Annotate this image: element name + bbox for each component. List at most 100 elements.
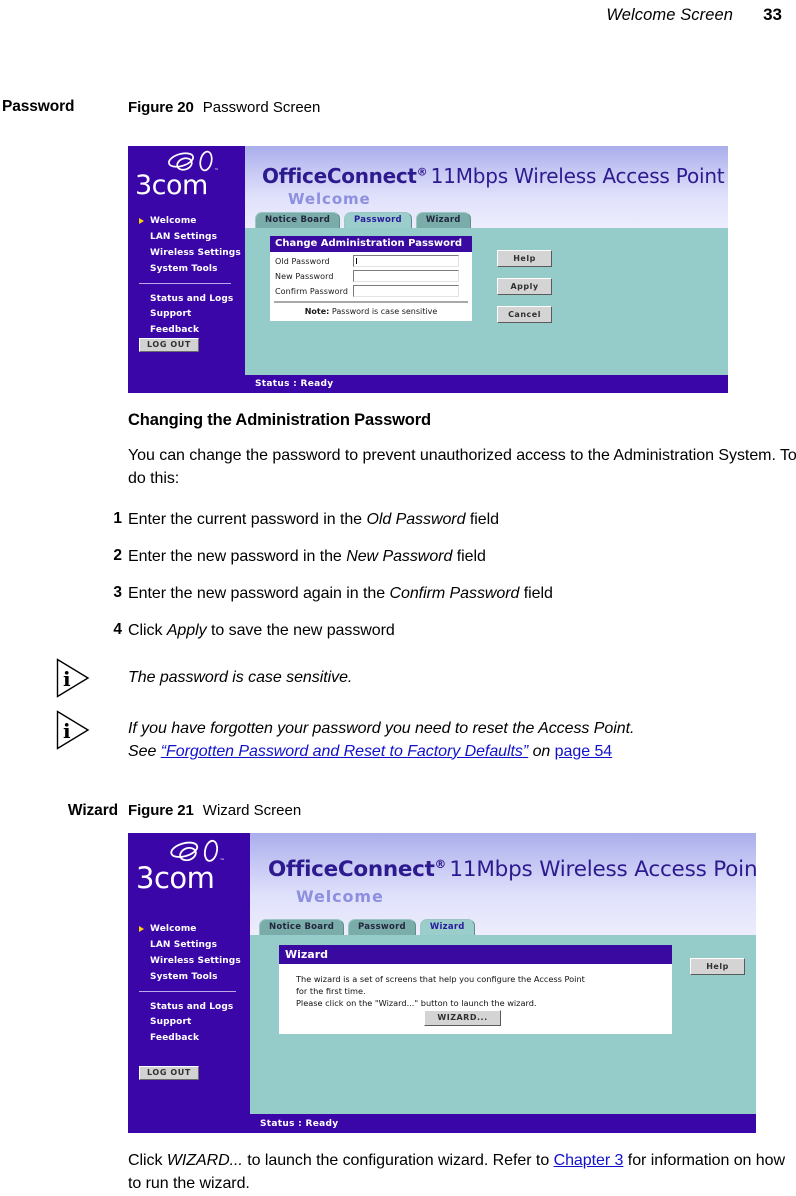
help-button[interactable]: Help bbox=[497, 250, 552, 267]
figure-caption-20: Figure 20 Password Screen bbox=[128, 99, 320, 116]
step-text-4: Click Apply to save the new password bbox=[128, 620, 788, 643]
ui-nav-primary: Welcome LAN Settings Wireless Settings S… bbox=[128, 214, 245, 338]
margin-heading-password: Password bbox=[2, 98, 75, 115]
step-1-post: field bbox=[465, 511, 499, 528]
paragraph-wizard-closing: Click WIZARD... to launch the configurat… bbox=[128, 1150, 796, 1195]
margin-heading-wizard: Wizard bbox=[67, 802, 118, 819]
nav-item-wireless-settings[interactable]: Wireless Settings bbox=[128, 246, 245, 262]
link-forgotten-password-section[interactable]: “Forgotten Password and Reset to Factory… bbox=[161, 743, 529, 760]
tab-password[interactable]: Password bbox=[348, 918, 416, 935]
note-forgotten-password: If you have forgotten your password you … bbox=[128, 718, 796, 763]
step-1-pre: Enter the current password in the bbox=[128, 511, 367, 528]
cancel-button[interactable]: Cancel bbox=[497, 306, 552, 323]
tab-wizard[interactable]: Wizard bbox=[415, 211, 471, 228]
panel-note-rest: Password is case sensitive bbox=[329, 307, 438, 316]
nav-item-welcome[interactable]: Welcome bbox=[128, 922, 250, 938]
step-text-3: Enter the new password again in the Conf… bbox=[128, 583, 788, 606]
panel-title: Wizard bbox=[279, 945, 672, 964]
step-text-2: Enter the new password in the New Passwo… bbox=[128, 546, 788, 569]
input-old-password[interactable] bbox=[353, 255, 459, 267]
nav-item-lan-settings[interactable]: LAN Settings bbox=[128, 938, 250, 954]
nav-item-welcome[interactable]: Welcome bbox=[128, 214, 245, 230]
note-line-1: If you have forgotten your password you … bbox=[128, 720, 635, 737]
ui-tabstrip: Notice Board Password Wizard bbox=[255, 211, 475, 228]
page-number: 33 bbox=[763, 5, 782, 24]
step-3-pre: Enter the new password again in the bbox=[128, 585, 390, 602]
nav-item-wireless-settings[interactable]: Wireless Settings bbox=[128, 954, 250, 970]
banner-brand: OfficeConnect bbox=[268, 857, 435, 883]
banner-product: 11Mbps Wireless Access Point bbox=[449, 857, 756, 883]
step-3-post: field bbox=[519, 585, 553, 602]
ui-sidebar: ™ 3com Welcome LAN Settings Wireless Set… bbox=[128, 146, 245, 393]
closing-mid: to launch the configuration wizard. Refe… bbox=[242, 1152, 554, 1169]
log-out-button[interactable]: LOG OUT bbox=[139, 338, 199, 352]
label-confirm-password: Confirm Password bbox=[275, 286, 349, 296]
tab-password[interactable]: Password bbox=[344, 211, 412, 228]
figure-caption-21: Figure 21 Wizard Screen bbox=[128, 802, 301, 819]
step-number-2: 2 bbox=[113, 547, 122, 564]
info-icon: i bbox=[56, 658, 90, 698]
3com-wordmark: 3com bbox=[136, 861, 215, 895]
svg-text:i: i bbox=[63, 667, 71, 691]
input-confirm-password[interactable] bbox=[353, 285, 459, 297]
step-2-pre: Enter the new password in the bbox=[128, 548, 347, 565]
step-3-emphasis: Confirm Password bbox=[389, 585, 520, 602]
registered-mark-icon: ® bbox=[416, 165, 428, 179]
label-old-password: Old Password bbox=[275, 256, 330, 266]
nav-item-system-tools[interactable]: System Tools bbox=[128, 969, 250, 985]
step-4-pre: Click bbox=[128, 622, 167, 639]
figure-title: Wizard Screen bbox=[202, 802, 302, 819]
nav-divider bbox=[139, 283, 231, 285]
closing-pre: Click bbox=[128, 1152, 167, 1169]
input-new-password[interactable] bbox=[353, 270, 459, 282]
tab-wizard[interactable]: Wizard bbox=[419, 918, 475, 935]
banner-product-title: OfficeConnect® 11Mbps Wireless Access Poi… bbox=[262, 165, 725, 186]
svg-text:™: ™ bbox=[220, 859, 225, 865]
ui-nav-primary: Welcome LAN Settings Wireless Settings S… bbox=[128, 922, 250, 1046]
step-2-emphasis: New Password bbox=[346, 548, 453, 565]
link-page-54[interactable]: page 54 bbox=[555, 743, 613, 760]
closing-emphasis: WIZARD... bbox=[166, 1152, 243, 1169]
panel-note-bold: Note: bbox=[304, 307, 330, 316]
wizard-desc-line-2: for the first time. bbox=[296, 985, 366, 996]
step-2-post: field bbox=[452, 548, 486, 565]
nav-item-system-tools[interactable]: System Tools bbox=[128, 261, 245, 277]
apply-button[interactable]: Apply bbox=[497, 278, 552, 295]
step-number-1: 1 bbox=[113, 510, 122, 527]
help-button[interactable]: Help bbox=[690, 958, 745, 975]
nav-item-lan-settings[interactable]: LAN Settings bbox=[128, 230, 245, 246]
ui-main: OfficeConnect® 11Mbps Wireless Access Poi… bbox=[250, 833, 756, 1133]
screenshot-password-screen: ™ 3com Welcome LAN Settings Wireless Set… bbox=[128, 146, 728, 393]
nav-divider bbox=[139, 991, 236, 993]
ui-banner: OfficeConnect® 11Mbps Wireless Access Poi… bbox=[250, 833, 756, 935]
field-row-new-password: New Password bbox=[270, 268, 472, 283]
nav-item-status-and-logs[interactable]: Status and Logs bbox=[128, 999, 250, 1015]
banner-product-title: OfficeConnect® 11Mbps Wireless Access Poi… bbox=[268, 857, 756, 883]
step-text-1: Enter the current password in the Old Pa… bbox=[128, 509, 788, 532]
tab-notice-board[interactable]: Notice Board bbox=[255, 211, 341, 228]
screenshot-wizard-screen: ™ 3com Welcome LAN Settings Wireless Set… bbox=[128, 833, 756, 1133]
link-chapter-3[interactable]: Chapter 3 bbox=[554, 1152, 624, 1169]
subheading-changing-password: Changing the Administration Password bbox=[128, 411, 431, 429]
tab-notice-board[interactable]: Notice Board bbox=[259, 918, 345, 935]
figure-number: Figure 20 bbox=[128, 99, 194, 116]
step-4-emphasis: Apply bbox=[166, 622, 207, 639]
wizard-description: The wizard is a set of screens that help… bbox=[279, 964, 672, 1010]
note-password-case-sensitive: The password is case sensitive. bbox=[128, 669, 353, 686]
wizard-launch-button[interactable]: WIZARD... bbox=[424, 1010, 501, 1026]
registered-mark-icon: ® bbox=[434, 857, 447, 871]
panel-title: Change Administration Password bbox=[270, 236, 472, 252]
wizard-desc-line-3: Please click on the "Wizard..." button t… bbox=[296, 997, 537, 1008]
wizard-panel: Wizard The wizard is a set of screens th… bbox=[279, 945, 672, 1034]
figure-title: Password Screen bbox=[202, 99, 321, 116]
change-password-panel: Change Administration Password Old Passw… bbox=[270, 236, 472, 321]
nav-item-support[interactable]: Support bbox=[128, 307, 245, 323]
nav-item-support[interactable]: Support bbox=[128, 1015, 250, 1031]
nav-item-feedback[interactable]: Feedback bbox=[128, 323, 245, 339]
ui-content-area: Change Administration Password Old Passw… bbox=[245, 228, 728, 375]
log-out-button[interactable]: LOG OUT bbox=[139, 1066, 199, 1080]
svg-text:i: i bbox=[63, 719, 71, 743]
nav-item-status-and-logs[interactable]: Status and Logs bbox=[128, 291, 245, 307]
nav-item-feedback[interactable]: Feedback bbox=[128, 1031, 250, 1047]
label-new-password: New Password bbox=[275, 271, 334, 281]
